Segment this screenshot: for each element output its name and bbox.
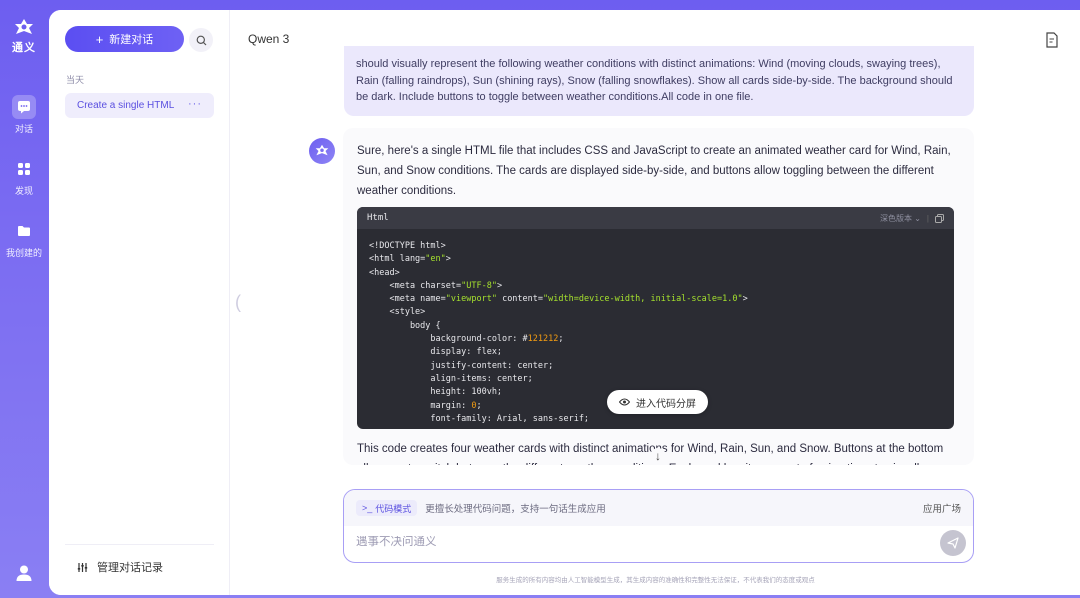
split-view-label: 进入代码分屏 <box>636 398 696 410</box>
section-label-today: 当天 <box>66 75 85 85</box>
ai-disclaimer: 服务生成的所有内容均由人工智能模型生成，其生成内容的准确性和完整性无法保证，不代… <box>496 577 815 584</box>
code-block-actions: 深色版本 ⌄ | <box>880 213 944 224</box>
assistant-logo-icon <box>315 144 329 156</box>
sliders-icon <box>77 562 88 572</box>
eye-icon <box>619 398 630 406</box>
code-block: Html 深色版本 ⌄ | <!DOCTYPE html> <html lang… <box>357 207 954 429</box>
logo-icon <box>15 19 33 34</box>
new-chat-label: 新建对话 <box>109 34 154 46</box>
more-options-icon[interactable]: ··· <box>188 98 202 110</box>
theme-toggle[interactable]: 深色版本 ⌄ <box>880 213 921 224</box>
new-chat-button[interactable]: + 新建对话 <box>65 26 184 52</box>
left-rail: 通义 对话 发现 我创建的 <box>0 0 48 598</box>
scroll-to-bottom-arrow-icon[interactable]: ↓ <box>650 448 666 464</box>
enter-split-view-button[interactable]: 进入代码分屏 <box>607 390 708 414</box>
manage-history-label: 管理对话记录 <box>97 562 163 574</box>
send-button[interactable] <box>940 530 966 556</box>
manage-history-button[interactable]: 管理对话记录 <box>65 544 214 575</box>
chat-icon <box>12 95 36 119</box>
folder-icon <box>12 219 36 243</box>
grid-icon <box>12 157 36 181</box>
sidebar-collapse-handle[interactable]: ( <box>235 292 241 313</box>
code-language-label: Html <box>367 213 389 223</box>
copy-icon[interactable] <box>935 213 944 223</box>
code-block-header: Html 深色版本 ⌄ | <box>357 207 954 229</box>
code-mode-label: 代码模式 <box>375 503 412 514</box>
assistant-message: Sure, here's a single HTML file that inc… <box>343 128 974 465</box>
app-logo[interactable]: 通义 <box>12 18 36 55</box>
search-button[interactable] <box>189 28 213 52</box>
rail-item-label: 发现 <box>14 186 33 196</box>
export-document-icon[interactable] <box>1043 31 1061 49</box>
rail-item-chat[interactable]: 对话 <box>12 95 36 135</box>
logo-text: 通义 <box>12 42 36 54</box>
plus-icon: + <box>95 31 104 47</box>
conversation-sidebar: + 新建对话 当天 Create a single HTML ··· 管理对话记… <box>49 10 230 595</box>
search-icon <box>196 35 206 45</box>
theme-label: 深色版本 <box>879 213 912 223</box>
message-composer: >_ 代码模式 更擅长处理代码问题，支持一句话生成应用 应用广场 <box>343 489 974 563</box>
code-mode-chip[interactable]: >_ 代码模式 <box>356 500 418 516</box>
app-window: 通义 对话 发现 我创建的 + 新建对话 当天 Create a single … <box>0 0 1080 598</box>
user-message-bubble: should visually represent the following … <box>344 46 974 116</box>
composer-toolbar: >_ 代码模式 更擅长处理代码问题，支持一句话生成应用 应用广场 <box>344 490 973 526</box>
rail-item-discover[interactable]: 发现 <box>12 157 36 197</box>
message-input[interactable] <box>356 536 926 548</box>
model-selector[interactable]: Qwen 3 <box>248 32 289 46</box>
divider: | <box>926 213 929 223</box>
assistant-intro-text: Sure, here's a single HTML file that inc… <box>357 145 951 197</box>
conversation-title: Create a single HTML <box>77 100 175 111</box>
user-avatar-icon[interactable] <box>15 564 33 582</box>
rail-item-label: 对话 <box>14 124 33 134</box>
terminal-icon: >_ <box>362 503 373 513</box>
code-mode-hint: 更擅长处理代码问题，支持一句话生成应用 <box>425 504 606 515</box>
send-icon <box>947 537 959 549</box>
main-shell: + 新建对话 当天 Create a single HTML ··· 管理对话记… <box>49 10 1080 595</box>
chat-area: Qwen 3 ( should visually represent the f… <box>231 10 1080 595</box>
assistant-avatar <box>309 138 335 164</box>
app-square-link[interactable]: 应用广场 <box>923 501 961 515</box>
rail-item-label: 我创建的 <box>5 248 42 258</box>
rail-item-created[interactable]: 我创建的 <box>6 219 42 259</box>
conversation-item[interactable]: Create a single HTML ··· <box>65 93 214 118</box>
